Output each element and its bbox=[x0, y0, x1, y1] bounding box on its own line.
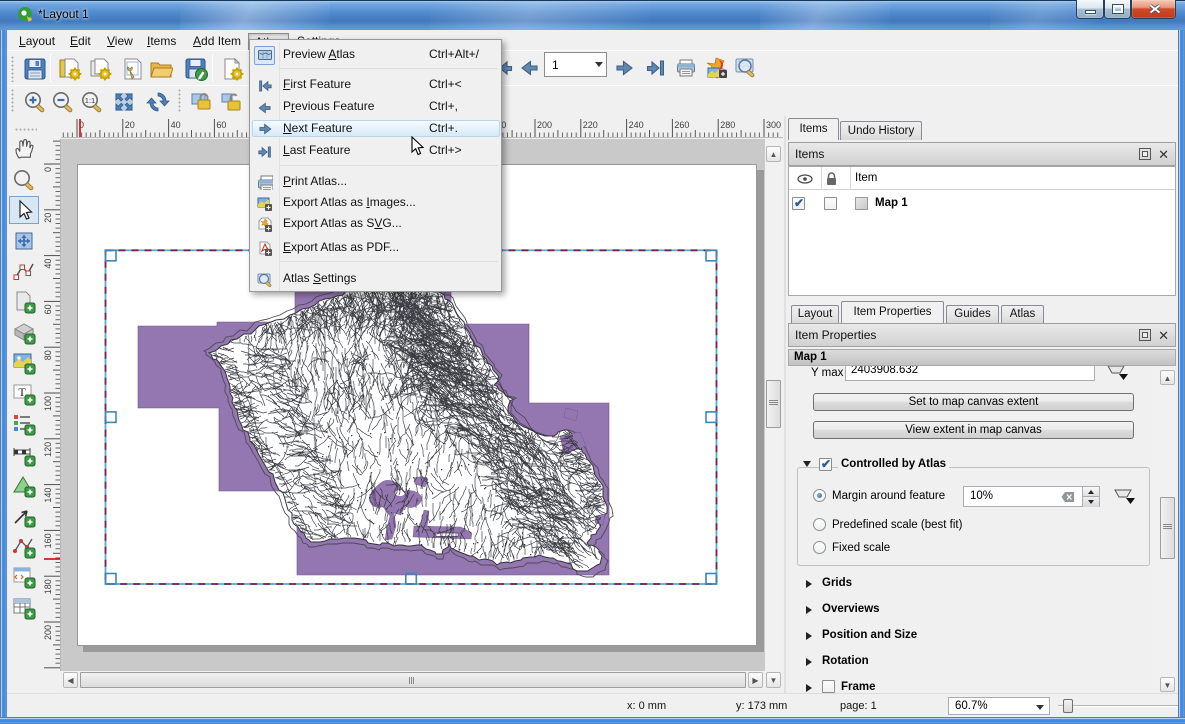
svg-text:20: 20 bbox=[43, 213, 53, 223]
svg-text:240: 240 bbox=[629, 120, 644, 130]
svg-text:200: 200 bbox=[537, 120, 552, 130]
svg-text:180: 180 bbox=[43, 579, 53, 594]
svg-text:0: 0 bbox=[43, 167, 53, 172]
svg-text:140: 140 bbox=[43, 488, 53, 503]
svg-text:100: 100 bbox=[43, 396, 53, 411]
svg-text:200: 200 bbox=[43, 625, 53, 640]
svg-text:40: 40 bbox=[43, 259, 53, 269]
svg-text:80: 80 bbox=[43, 350, 53, 360]
svg-text:120: 120 bbox=[43, 442, 53, 457]
svg-text:20: 20 bbox=[125, 120, 135, 130]
svg-text:60: 60 bbox=[216, 120, 226, 130]
svg-text:60: 60 bbox=[43, 304, 53, 314]
svg-text:260: 260 bbox=[674, 120, 689, 130]
svg-text:280: 280 bbox=[720, 120, 735, 130]
svg-text:40: 40 bbox=[171, 120, 181, 130]
svg-text:300: 300 bbox=[766, 120, 781, 130]
svg-text:220: 220 bbox=[583, 120, 598, 130]
svg-text:1:1: 1:1 bbox=[84, 96, 94, 105]
svg-text:160: 160 bbox=[43, 533, 53, 548]
